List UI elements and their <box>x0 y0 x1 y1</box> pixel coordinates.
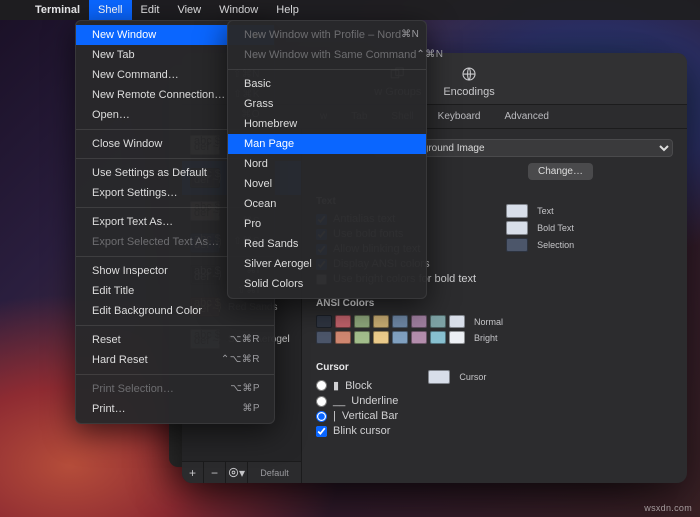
submenu-item-nord[interactable]: Nord <box>228 154 426 174</box>
default-profile-label[interactable]: Default <box>248 468 301 478</box>
text-color-swatch[interactable] <box>506 204 528 218</box>
menu-hard-reset[interactable]: Hard Reset⌃⌥⌘R <box>76 350 274 370</box>
ansi-color-swatch[interactable] <box>449 315 465 328</box>
ansi-color-swatch[interactable] <box>373 331 389 344</box>
add-profile-button[interactable]: + <box>182 462 204 484</box>
bold-color-swatch[interactable] <box>506 221 528 235</box>
ansi-color-swatch[interactable] <box>430 331 446 344</box>
menubar: Terminal Shell Edit View Window Help <box>0 0 700 20</box>
submenu-header-profile: New Window with Profile – Nord⌘N <box>228 25 426 45</box>
ansi-color-swatch[interactable] <box>392 315 408 328</box>
submenu-item-solid-colors[interactable]: Solid Colors <box>228 274 426 294</box>
submenu-item-grass[interactable]: Grass <box>228 94 426 114</box>
cursor-underline-radio[interactable]: __ Underline <box>316 395 398 407</box>
cursor-heading: Cursor <box>316 362 398 373</box>
ansi-color-swatch[interactable] <box>392 331 408 344</box>
tab-advanced[interactable]: Advanced <box>492 108 560 125</box>
cursor-color-swatch[interactable] <box>428 370 450 384</box>
ansi-color-swatch[interactable] <box>335 331 351 344</box>
ansi-heading: ANSI Colors <box>316 298 673 309</box>
ansi-row-label: Normal <box>474 317 503 327</box>
ansi-color-swatch[interactable] <box>449 331 465 344</box>
menubar-help[interactable]: Help <box>267 0 308 20</box>
profiles-footer: + − ▾ Default <box>182 461 301 483</box>
ansi-color-swatch[interactable] <box>411 315 427 328</box>
submenu-header-same: New Window with Same Command⌃⌘N <box>228 45 426 65</box>
cursor-vbar-radio[interactable]: | Vertical Bar <box>316 410 398 422</box>
ansi-color-swatch[interactable] <box>354 315 370 328</box>
ansi-color-swatch[interactable] <box>373 315 389 328</box>
ansi-color-swatch[interactable] <box>430 315 446 328</box>
tab-keyboard[interactable]: Keyboard <box>426 108 493 125</box>
menu-edit-bg[interactable]: Edit Background Color <box>76 301 274 321</box>
submenu-item-pro[interactable]: Pro <box>228 214 426 234</box>
submenu-item-ocean[interactable]: Ocean <box>228 194 426 214</box>
ansi-row-label: Bright <box>474 333 498 343</box>
ansi-color-swatch[interactable] <box>316 331 332 344</box>
blink-cursor-checkbox[interactable]: Blink cursor <box>316 425 398 437</box>
ansi-color-swatch[interactable] <box>354 331 370 344</box>
submenu-item-homebrew[interactable]: Homebrew <box>228 114 426 134</box>
change-image-button[interactable]: Change… <box>528 163 593 180</box>
submenu-item-basic[interactable]: Basic <box>228 74 426 94</box>
menu-reset[interactable]: Reset⌥⌘R <box>76 330 274 350</box>
ansi-color-swatch[interactable] <box>411 331 427 344</box>
menu-print-selection: Print Selection…⌥⌘P <box>76 379 274 399</box>
submenu-item-silver-aerogel[interactable]: Silver Aerogel <box>228 254 426 274</box>
globe-icon <box>459 64 479 84</box>
menu-print[interactable]: Print…⌘P <box>76 399 274 419</box>
ansi-normal-row: Normal <box>316 315 673 328</box>
ansi-bright-row: Bright <box>316 331 673 344</box>
profile-actions-button[interactable]: ▾ <box>226 462 248 484</box>
menubar-view[interactable]: View <box>168 0 210 20</box>
submenu-item-novel[interactable]: Novel <box>228 174 426 194</box>
cursor-block-radio[interactable]: ▮ Block <box>316 379 398 392</box>
ansi-color-swatch[interactable] <box>335 315 351 328</box>
menubar-app[interactable]: Terminal <box>26 0 89 20</box>
selection-color-swatch[interactable] <box>506 238 528 252</box>
new-window-submenu: New Window with Profile – Nord⌘N New Win… <box>227 20 427 299</box>
submenu-item-red-sands[interactable]: Red Sands <box>228 234 426 254</box>
menubar-shell[interactable]: Shell <box>89 0 131 20</box>
remove-profile-button[interactable]: − <box>204 462 226 484</box>
watermark: wsxdn.com <box>644 503 692 513</box>
ansi-color-swatch[interactable] <box>316 315 332 328</box>
menubar-edit[interactable]: Edit <box>132 0 169 20</box>
toolbar-encodings[interactable]: Encodings <box>443 64 494 98</box>
menubar-window[interactable]: Window <box>210 0 267 20</box>
submenu-item-man-page[interactable]: Man Page <box>228 134 426 154</box>
